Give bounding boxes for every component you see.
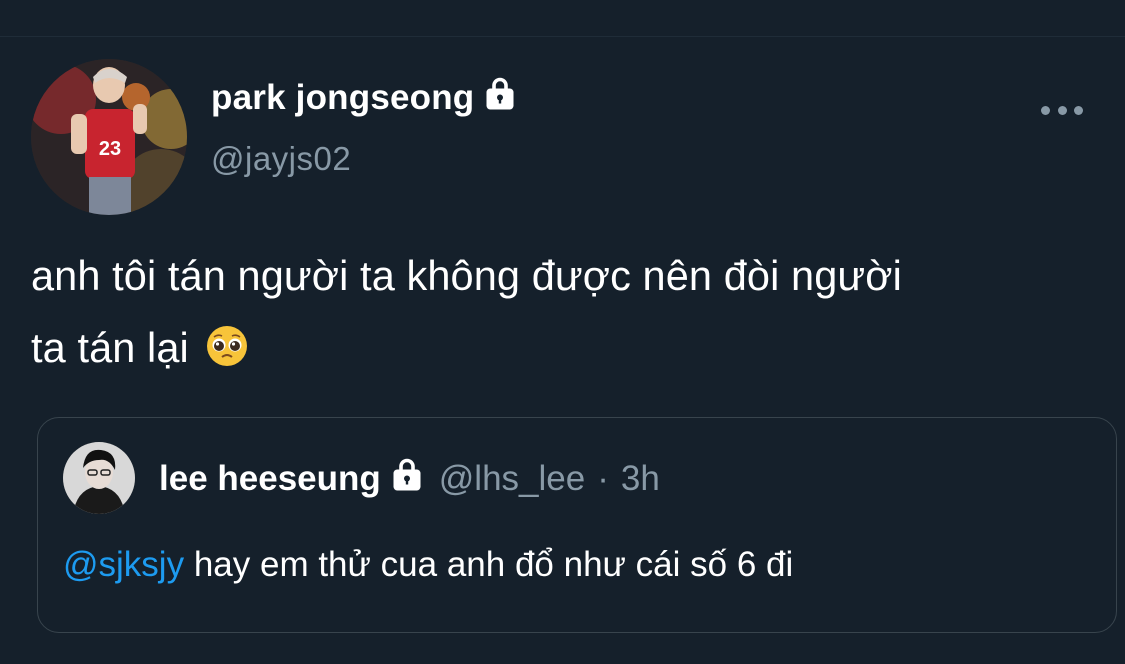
quoted-avatar[interactable] [63, 442, 135, 514]
avatar[interactable]: 23 [31, 59, 187, 215]
tweet-text-line2-text: ta tán lại [31, 324, 189, 371]
lock-icon [389, 456, 425, 501]
quoted-text-body: hay em thử cua anh đổ như cái số 6 đi [193, 545, 794, 584]
display-name[interactable]: park jongseong [211, 75, 518, 120]
avatar-image: 23 [31, 59, 187, 215]
quoted-display-name[interactable]: lee heeseung [159, 459, 381, 499]
more-icon[interactable] [1041, 100, 1083, 120]
quoted-header: lee heeseung @lhs_lee · 3h [159, 456, 660, 501]
tweet-view: 23 park jongseong @jayjs02 anh tôi tán n… [0, 0, 1125, 664]
mention-link[interactable]: @sjksjy [63, 545, 184, 584]
tweet-text-line2: ta tán lại [31, 312, 1121, 390]
quoted-avatar-image [63, 442, 135, 514]
pleading-face-emoji [205, 318, 249, 390]
display-name-text: park jongseong [211, 77, 475, 117]
quoted-text: @sjksjy hay em thử cua anh đổ như cái số… [63, 545, 793, 585]
quoted-handle[interactable]: @lhs_lee [439, 459, 585, 499]
quoted-timestamp[interactable]: 3h [621, 459, 660, 499]
svg-text:23: 23 [99, 138, 121, 160]
lock-icon [482, 75, 518, 120]
tweet-text-line1: anh tôi tán người ta không được nên đòi … [31, 252, 902, 299]
handle[interactable]: @jayjs02 [211, 140, 351, 178]
tweet-text: anh tôi tán người ta không được nên đòi … [31, 240, 1121, 390]
separator-dot: · [597, 458, 609, 498]
top-divider [0, 36, 1125, 37]
quoted-tweet[interactable]: lee heeseung @lhs_lee · 3h @sjksjy hay e… [37, 417, 1117, 633]
